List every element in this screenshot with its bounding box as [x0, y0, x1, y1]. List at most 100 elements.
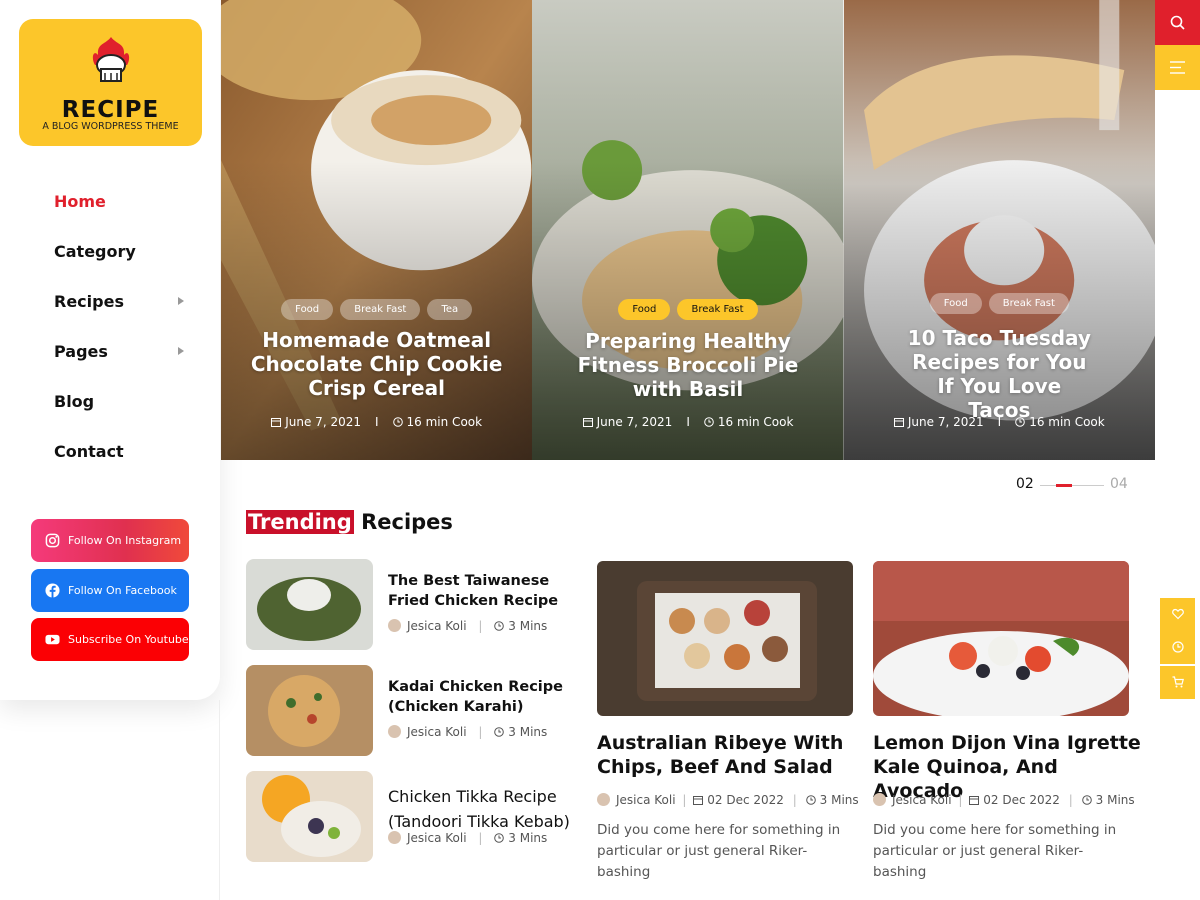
search-icon: [1170, 15, 1185, 30]
section-title-rest: Recipes: [361, 510, 453, 534]
clock-icon: [1081, 795, 1092, 805]
follow-facebook-button[interactable]: Follow On Facebook: [31, 569, 189, 612]
current-slide-number: 02: [1016, 476, 1034, 492]
logo-title: RECIPE: [61, 97, 160, 123]
follow-instagram-button[interactable]: Follow On Instagram: [31, 519, 189, 562]
instagram-label: Follow On Instagram: [68, 534, 182, 547]
hero-slide[interactable]: Food Break Fast Preparing Healthy Fitnes…: [532, 0, 844, 460]
tag-food[interactable]: Food: [618, 299, 671, 320]
clock-icon: [1172, 641, 1184, 653]
menu-button[interactable]: [1155, 45, 1200, 90]
tag-list: Food Break Fast: [532, 297, 843, 320]
youtube-label: Subscribe On Youtube: [68, 633, 189, 646]
clock-icon: [392, 417, 403, 427]
ribeye-image[interactable]: [597, 561, 853, 716]
hero-slide-title[interactable]: Homemade Oatmeal Chocolate Chip Cookie C…: [247, 328, 506, 400]
salad-image[interactable]: [873, 561, 1129, 716]
cart-button[interactable]: [1160, 666, 1195, 699]
slide-cook-time: 16 min Cook: [406, 415, 483, 429]
avatar: [388, 831, 401, 844]
hero-slide[interactable]: Food Break Fast Tea Homemade Oatmeal Cho…: [221, 0, 533, 460]
sidebar: RECIPE A BLOG WORDPRESS THEME Home Categ…: [0, 0, 220, 700]
nav-item-contact[interactable]: Contact: [54, 438, 194, 488]
nav-item-home[interactable]: Home: [54, 188, 194, 238]
author-name[interactable]: Jesica Koli: [892, 793, 952, 807]
main-nav: Home Category Recipes Pages Blog Contact: [54, 188, 194, 488]
hero-slide[interactable]: Food Break Fast 10 Taco Tuesday Recipes …: [843, 0, 1155, 460]
nav-item-pages[interactable]: Pages: [54, 338, 194, 388]
pagination-indicator[interactable]: [1056, 484, 1072, 487]
tag-breakfast[interactable]: Break Fast: [340, 299, 421, 320]
list-item-meta: Jesica Koli | 3 Mins: [388, 619, 547, 633]
tag-food[interactable]: Food: [281, 299, 334, 320]
calendar-icon: [693, 796, 704, 805]
author-name[interactable]: Jesica Koli: [407, 619, 467, 633]
read-time: 3 Mins: [819, 793, 859, 807]
instagram-icon: [45, 533, 60, 548]
list-item-title[interactable]: The Best Taiwanese Fried Chicken Recipe: [388, 571, 583, 611]
nav-item-blog[interactable]: Blog: [54, 388, 194, 438]
list-item-meta: Jesica Koli | 3 Mins: [388, 725, 547, 739]
calendar-icon: [582, 418, 593, 427]
meta-separator: |: [478, 619, 483, 633]
meta-separator: I: [686, 415, 690, 429]
calendar-icon: [271, 418, 282, 427]
clock-icon: [494, 621, 505, 631]
chicken-tikka-thumbnail[interactable]: [246, 771, 373, 862]
menu-icon: [1170, 61, 1185, 74]
card-excerpt: Did you come here for something in parti…: [597, 822, 841, 880]
read-time: 3 Mins: [508, 831, 548, 845]
card-meta: Jesica Koli | 02 Dec 2022 | 3 Mins: [873, 793, 1135, 807]
meta-separator: |: [682, 793, 687, 807]
list-item-title[interactable]: Kadai Chicken Recipe (Chicken Karahi): [388, 677, 583, 717]
hero-slide-meta: June 7, 2021 I 16 min Cook: [221, 415, 532, 429]
read-time: 3 Mins: [508, 725, 548, 739]
nav-label: Blog: [54, 392, 95, 411]
slide-cook-time: 16 min Cook: [717, 415, 794, 429]
list-item-title[interactable]: Chicken Tikka Recipe (Tandoori Tikka Keb…: [388, 784, 583, 834]
avatar: [597, 793, 610, 806]
meta-separator: |: [1068, 793, 1073, 807]
chevron-right-icon: [178, 297, 184, 305]
pizza-photo: [246, 665, 373, 756]
subscribe-youtube-button[interactable]: Subscribe On Youtube: [31, 618, 189, 661]
clock-icon: [494, 833, 505, 843]
clock-icon: [704, 417, 714, 427]
chevron-right-icon: [178, 347, 184, 355]
tag-breakfast[interactable]: Break Fast: [988, 293, 1069, 314]
author-name[interactable]: Jesica Koli: [616, 793, 676, 807]
hero-slide-title[interactable]: 10 Taco Tuesday Recipes for You If You L…: [904, 326, 1095, 422]
read-time: 3 Mins: [508, 619, 548, 633]
fruit-bowl-photo: [246, 771, 373, 862]
sidebar-divider: [219, 700, 220, 900]
logo-subtitle: A BLOG WORDPRESS THEME: [42, 121, 179, 132]
avatar: [388, 619, 401, 632]
kadai-chicken-thumbnail[interactable]: [246, 665, 373, 756]
avatar: [388, 725, 401, 738]
fried-chicken-thumbnail[interactable]: [246, 559, 373, 650]
tag-tea[interactable]: Tea: [427, 299, 473, 320]
heart-icon: [1172, 608, 1184, 620]
nav-item-category[interactable]: Category: [54, 238, 194, 288]
card-date: 02 Dec 2022: [983, 793, 1060, 807]
author-name[interactable]: Jesica Koli: [407, 725, 467, 739]
hero-slide-title[interactable]: Preparing Healthy Fitness Broccoli Pie w…: [558, 329, 817, 401]
hero-slide-meta: June 7, 2021 I 16 min Cook: [532, 415, 843, 429]
history-button[interactable]: [1160, 631, 1195, 664]
list-item-meta: Jesica Koli | 3 Mins: [388, 831, 547, 845]
tag-breakfast[interactable]: Break Fast: [677, 299, 758, 320]
author-name[interactable]: Jesica Koli: [407, 831, 467, 845]
site-logo[interactable]: RECIPE A BLOG WORDPRESS THEME: [19, 19, 202, 146]
wishlist-button[interactable]: [1160, 598, 1195, 631]
nav-label: Pages: [54, 342, 108, 361]
slide-date: June 7, 2021: [596, 415, 673, 429]
hero-slider: Food Break Fast Tea Homemade Oatmeal Cho…: [221, 0, 1155, 460]
nav-label: Home: [54, 192, 106, 211]
tag-food[interactable]: Food: [929, 293, 982, 314]
youtube-icon: [45, 634, 60, 645]
card-title[interactable]: Australian Ribeye With Chips, Beef And S…: [597, 731, 867, 779]
search-button[interactable]: [1155, 0, 1200, 45]
slide-date: June 7, 2021: [285, 415, 361, 429]
nav-item-recipes[interactable]: Recipes: [54, 288, 194, 338]
section-title-highlight: Trending: [246, 510, 354, 534]
